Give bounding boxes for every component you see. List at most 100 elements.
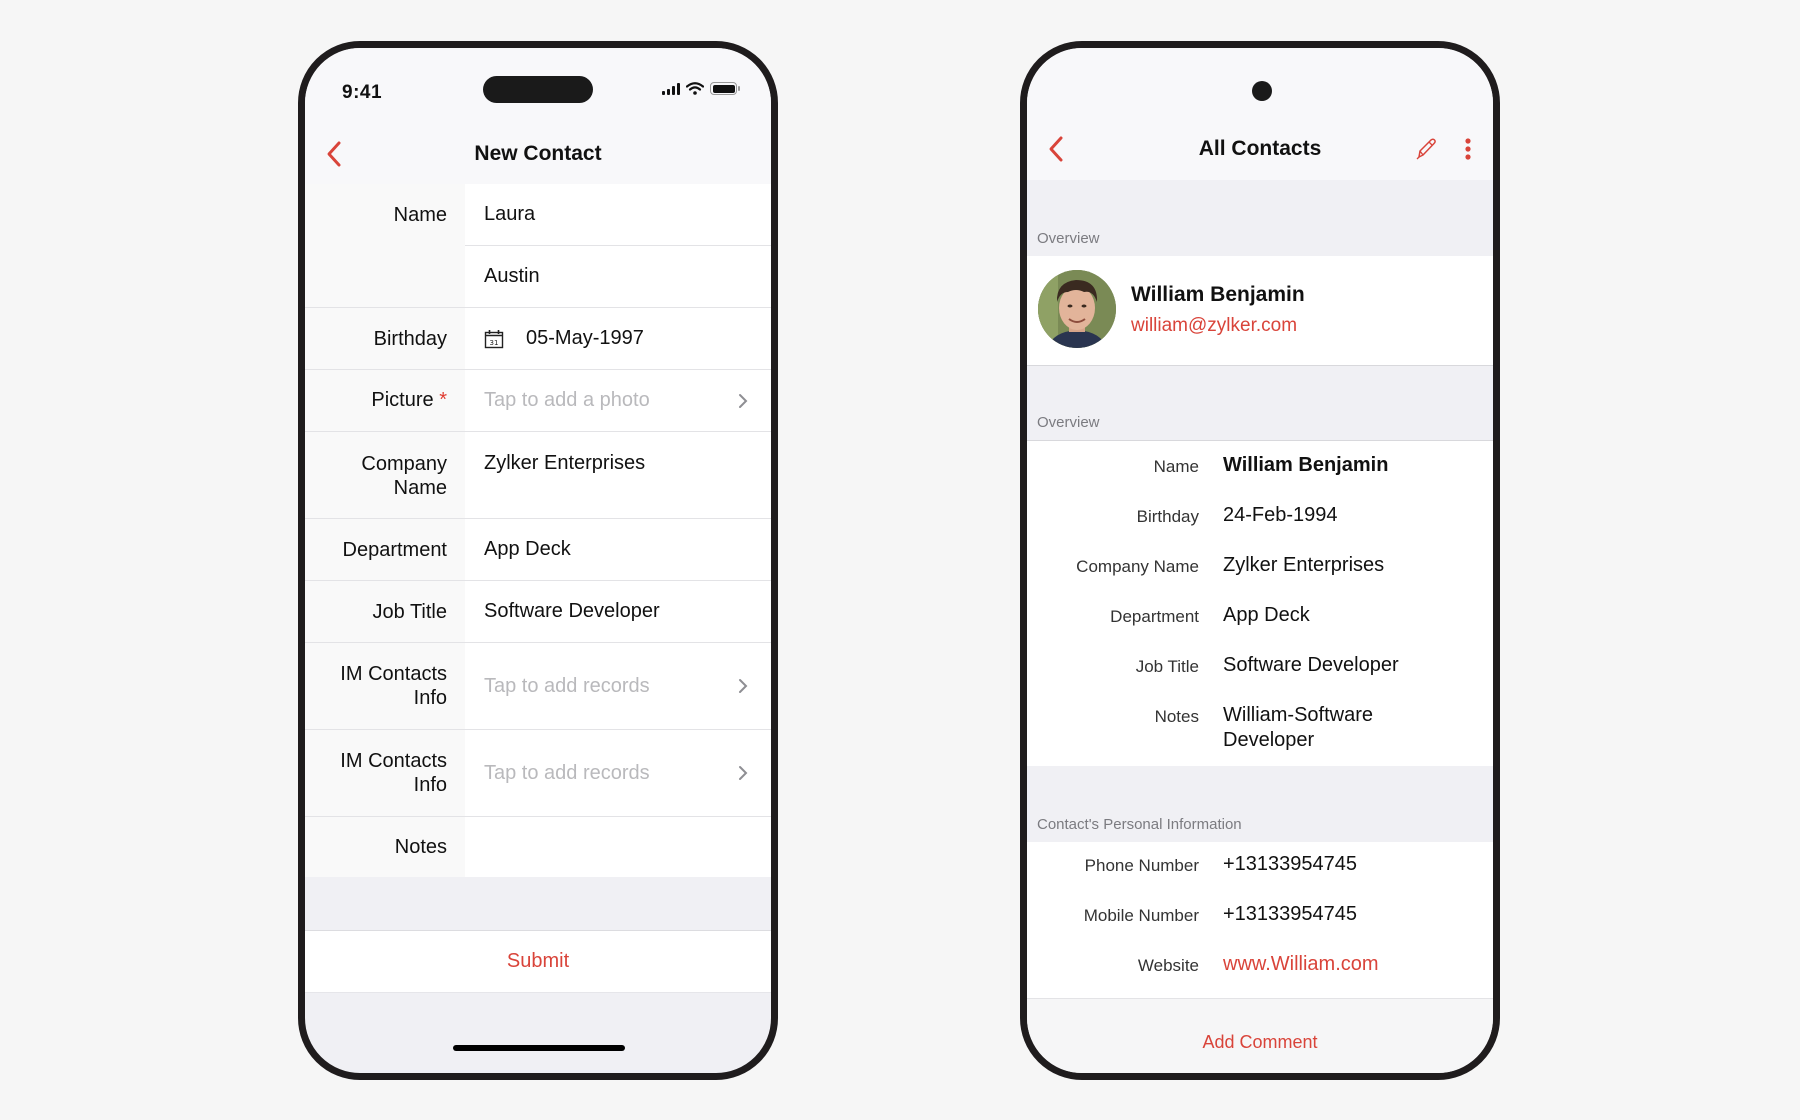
first-name-input[interactable]: Laura <box>465 184 771 246</box>
field-label: Name <box>305 184 465 246</box>
status-icons <box>662 82 740 95</box>
detail-value: App Deck <box>1223 604 1310 626</box>
detail-label: Mobile Number <box>1083 906 1199 925</box>
detail-value: Zylker Enterprises <box>1223 554 1385 576</box>
detail-label: Birthday <box>1136 507 1199 526</box>
detail-label: Job Title <box>1135 657 1199 676</box>
form-row-picture: Picture * Tap to add a photo <box>305 370 771 432</box>
im-contacts-picker[interactable]: Tap to add records <box>465 643 771 729</box>
picture-label: Picture <box>371 389 434 411</box>
form-row-name: Name Laura <box>305 184 771 246</box>
notes-input[interactable] <box>465 817 771 877</box>
form-row-job-title: Job Title Software Developer <box>305 581 771 643</box>
picture-picker[interactable]: Tap to add a photo <box>465 370 771 431</box>
field-label: Picture * <box>305 370 465 431</box>
chevron-right-icon <box>739 679 748 693</box>
profile-card[interactable]: William Benjamin william@zylker.com <box>1027 256 1493 366</box>
section-title: Contact's Personal Information <box>1037 816 1242 833</box>
job-title-input[interactable]: Software Developer <box>465 581 771 642</box>
section-header-overview: Overview <box>1027 366 1493 441</box>
im-label-line1: IM Contacts <box>340 663 447 685</box>
detail-value: William Benjamin <box>1223 454 1389 476</box>
wifi-icon <box>686 82 704 95</box>
form-row-company: Company Name Zylker Enterprises <box>305 432 771 519</box>
detail-label: Company Name <box>1076 557 1199 576</box>
form-row-im-contacts: IM Contacts Info Tap to add records <box>305 643 771 730</box>
edit-pencil-icon[interactable] <box>1415 137 1437 161</box>
submit-bar: Submit <box>305 930 771 993</box>
signal-icon <box>662 82 680 95</box>
detail-value: 24-Feb-1994 <box>1223 504 1338 526</box>
required-marker: * <box>439 389 447 411</box>
detail-row: Phone Number +13133954745 <box>1027 852 1493 902</box>
detail-row: Birthday 24-Feb-1994 <box>1027 503 1493 553</box>
contact-email-link[interactable]: william@zylker.com <box>1131 315 1297 337</box>
form-row-notes: Notes <box>305 817 771 877</box>
department-input[interactable]: App Deck <box>465 519 771 580</box>
svg-text:31: 31 <box>490 339 499 347</box>
status-time: 9:41 <box>342 82 383 103</box>
picture-placeholder: Tap to add a photo <box>484 389 650 411</box>
field-label-empty <box>305 246 465 307</box>
phone-number-value[interactable]: +13133954745 <box>1199 852 1493 902</box>
back-icon[interactable] <box>1045 134 1069 164</box>
battery-icon <box>710 82 740 95</box>
detail-label: Website <box>1137 956 1199 975</box>
more-options-icon[interactable] <box>1465 138 1471 160</box>
field-label: Department <box>305 519 465 580</box>
birthday-input[interactable]: 31 05-May-1997 <box>465 308 771 369</box>
contact-detail-phone: All Contacts Overview William Benjamin w… <box>1020 41 1500 1080</box>
form-row-im-contacts: IM Contacts Info Tap to add records <box>305 730 771 817</box>
im-contacts-placeholder: Tap to add records <box>484 761 650 784</box>
avatar-photo <box>1038 270 1116 348</box>
home-indicator[interactable] <box>453 1045 625 1051</box>
form-row-department: Department App Deck <box>305 519 771 581</box>
birthday-value: 05-May-1997 <box>526 327 644 349</box>
detail-label: Notes <box>1154 707 1199 726</box>
detail-row: Notes William-Software Developer <box>1027 703 1493 753</box>
page-title: All Contacts <box>1198 137 1322 160</box>
detail-value: Software Developer <box>1223 654 1399 676</box>
detail-label: Name <box>1153 457 1199 476</box>
form-row-birthday: Birthday 31 05-May-1997 <box>305 308 771 370</box>
section-header-personal-info: Contact's Personal Information <box>1027 766 1493 842</box>
detail-label: Phone Number <box>1084 856 1199 875</box>
field-label: Company Name <box>305 432 465 518</box>
back-icon[interactable] <box>323 139 347 169</box>
im-label-line2: Info <box>413 774 447 796</box>
field-label: Birthday <box>305 308 465 369</box>
im-label-line2: Info <box>413 687 447 709</box>
field-label: Job Title <box>305 581 465 642</box>
overview-details: Name William Benjamin Birthday 24-Feb-19… <box>1027 441 1493 766</box>
im-contacts-placeholder: Tap to add records <box>484 674 650 697</box>
section-title: Overview <box>1037 414 1100 431</box>
im-contacts-picker[interactable]: Tap to add records <box>465 730 771 816</box>
field-label: Notes <box>305 817 465 877</box>
submit-button[interactable]: Submit <box>507 950 569 973</box>
detail-row: Name William Benjamin <box>1027 453 1493 503</box>
mobile-number-value[interactable]: +13133954745 <box>1199 902 1493 952</box>
bottom-bar: Add Comment <box>1027 998 1493 1073</box>
last-name-input[interactable]: Austin <box>465 246 771 307</box>
detail-row: Mobile Number +13133954745 <box>1027 902 1493 952</box>
new-contact-phone: 9:41 New Contact Name Laura Austin Birth… <box>298 41 778 1080</box>
detail-row: Company Name Zylker Enterprises <box>1027 553 1493 603</box>
company-label-line1: Company <box>361 453 447 475</box>
im-label-line1: IM Contacts <box>340 750 447 772</box>
calendar-icon[interactable]: 31 <box>484 329 504 349</box>
new-contact-form: Name Laura Austin Birthday 31 05-May-199… <box>305 184 771 877</box>
contact-name: William Benjamin <box>1131 283 1305 306</box>
add-comment-button[interactable]: Add Comment <box>1027 1032 1493 1053</box>
detail-row: Website www.William.com <box>1027 952 1493 1002</box>
header: All Contacts <box>1027 118 1493 180</box>
detail-row: Job Title Software Developer <box>1027 653 1493 703</box>
section-header-overview: Overview <box>1027 180 1493 257</box>
detail-label: Department <box>1110 607 1199 626</box>
website-link[interactable]: www.William.com <box>1199 952 1493 1002</box>
detail-row: Department App Deck <box>1027 603 1493 653</box>
form-row-last-name: Austin <box>305 246 771 308</box>
company-label-line2: Name <box>393 477 447 499</box>
company-name-input[interactable]: Zylker Enterprises <box>465 432 771 518</box>
header-actions <box>1415 137 1471 161</box>
personal-details: Phone Number +13133954745 Mobile Number … <box>1027 842 1493 998</box>
